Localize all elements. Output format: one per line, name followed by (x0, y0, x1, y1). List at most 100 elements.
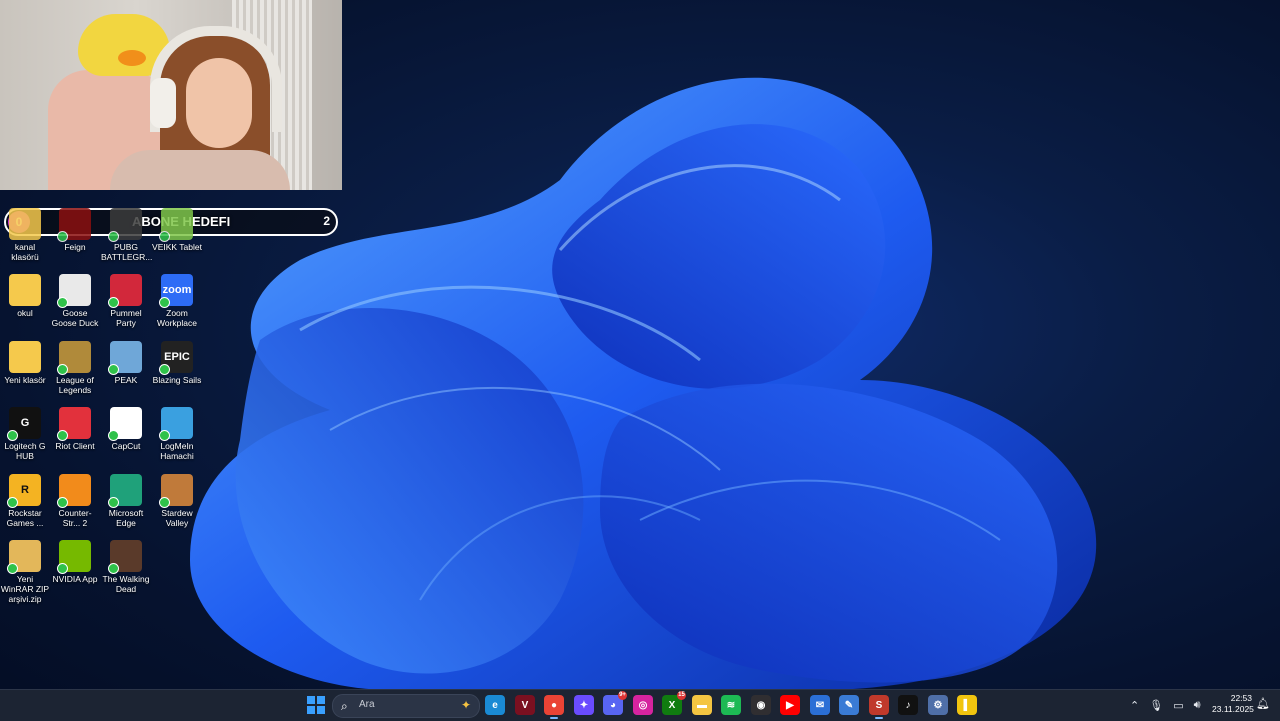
system-tray: ⌃ 🎙︎ ▭ 🔊︎ (1130, 695, 1201, 715)
desktop-icon-rockstar[interactable]: R Rockstar Games ... (0, 474, 50, 528)
sticky-icon[interactable]: ▌ (957, 695, 977, 715)
desktop-icon-epic-games[interactable]: EPIC Blazing Sails (152, 341, 202, 385)
folder-icon (9, 341, 41, 373)
notepad-icon[interactable]: ✎ (839, 695, 859, 715)
desktop-icon-label: PUBG BATTLEGR... (101, 242, 153, 262)
desktop-icon-folder[interactable]: okul (0, 274, 50, 318)
speaker-icon[interactable]: 🔊︎ (1194, 699, 1201, 712)
taskbar-search-box[interactable]: ⌕ Ara ✦ (332, 694, 480, 718)
desktop-icon-hamachi[interactable]: LogMeIn Hamachi (152, 407, 202, 461)
davinci-icon[interactable]: V (515, 695, 535, 715)
youtube-icon[interactable]: ▶ (780, 695, 800, 715)
settings-icon[interactable]: ⚙ (928, 695, 948, 715)
xbox-icon[interactable]: X 15 (662, 691, 686, 715)
desktop-icon-label: The Walking Dead (102, 574, 150, 594)
desktop-icon-pubg[interactable]: PUBG BATTLEGR... (101, 208, 153, 262)
sync-status-icon (108, 497, 119, 508)
sync-status-icon (57, 364, 68, 375)
sync-status-icon (108, 563, 119, 574)
discord-icon[interactable]: ◕ 9+ (603, 691, 627, 715)
tiktok-icon[interactable]: ♪ (898, 695, 918, 715)
file-explorer-icon[interactable]: ▬ (692, 695, 712, 715)
league-icon (57, 341, 91, 375)
desktop-icon-nvidia[interactable]: NVIDIA App (50, 540, 100, 584)
edge-icon (108, 474, 142, 508)
desktop-icon-walking-dead[interactable]: The Walking Dead (101, 540, 151, 594)
desktop-icon-capcut[interactable]: CapCut (101, 407, 151, 451)
copilot-icon[interactable]: ✦ (574, 695, 594, 715)
hamachi-icon (159, 407, 193, 441)
sync-status-icon (159, 297, 170, 308)
goose-icon (57, 274, 91, 308)
start-tile (307, 706, 315, 714)
chrome-icon[interactable]: ● (544, 695, 564, 719)
sync-status-icon (108, 297, 119, 308)
desktop-icon-label: NVIDIA App (52, 574, 98, 584)
sync-status-icon (159, 364, 170, 375)
notification-bell-icon[interactable]: 🔔︎ (1256, 697, 1270, 710)
desktop-icon-label: Goose Goose Duck (51, 308, 99, 328)
headphone-earcup (150, 78, 176, 128)
desktop-icon-folder[interactable]: kanal klasörü (0, 208, 50, 262)
desktop-icon-riot[interactable]: Riot Client (50, 407, 100, 451)
microphone-icon[interactable]: 🎙︎ (1149, 699, 1163, 712)
desktop-icon-edge[interactable]: Microsoft Edge (101, 474, 151, 528)
desktop-icon-feign[interactable]: Feign (50, 208, 100, 252)
sync-status-icon (57, 563, 68, 574)
sync-status-icon (57, 231, 68, 242)
clock-time: 22:53 (1230, 693, 1252, 703)
desktop-icon-zoom[interactable]: zoom Zoom Workplace (152, 274, 202, 328)
mail-icon[interactable]: ✉ (810, 695, 830, 715)
desktop-icon-label: Pummel Party (110, 308, 142, 328)
sync-status-icon (57, 297, 68, 308)
sync-status-icon (108, 430, 119, 441)
instagram-icon[interactable]: ◎ (633, 695, 653, 715)
steam-icon[interactable]: S (869, 695, 889, 719)
sync-status-icon (7, 563, 18, 574)
sync-status-icon (159, 231, 170, 242)
obs-icon[interactable]: ◉ (751, 695, 771, 715)
sync-status-icon (57, 497, 68, 508)
sync-status-icon (7, 430, 18, 441)
desktop-icon-label: PEAK (114, 375, 138, 385)
desktop-icon-logitech[interactable]: G Logitech G HUB (0, 407, 50, 461)
desktop-icon-pummel-party[interactable]: Pummel Party (101, 274, 151, 328)
taskbar-clock[interactable]: 22:53 23.11.2025 (1212, 693, 1254, 715)
desktop-icon-folder[interactable]: Yeni klasör (0, 341, 50, 385)
notification-badge: 15 (677, 691, 686, 700)
desktop-icon-counter-strike[interactable]: Counter-Str... 2 (50, 474, 100, 528)
folder-icon (9, 208, 41, 240)
sync-status-icon (159, 430, 170, 441)
desktop-icon-veikk[interactable]: VEIKK Tablet (152, 208, 202, 252)
spotify-icon[interactable]: ≋ (721, 695, 741, 715)
windows-start-button[interactable] (307, 696, 325, 714)
feign-icon (57, 208, 91, 242)
nvidia-icon (57, 540, 91, 574)
desktop-icon-label: Yeni klasör (4, 375, 46, 385)
clock-date: 23.11.2025 (1212, 704, 1254, 714)
start-tile (307, 696, 315, 704)
goal-target-count: 2 (323, 214, 330, 228)
desktop-icon-peak[interactable]: PEAK (101, 341, 151, 385)
sync-status-icon (108, 231, 119, 242)
desktop-icon-label: Rockstar Games ... (6, 508, 44, 528)
desktop-icon-label: League of Legends (56, 375, 94, 395)
desktop-icon-winrar[interactable]: Yeni WinRAR ZIP arşivi.zip (0, 540, 50, 604)
network-icon[interactable]: ▭ (1173, 699, 1183, 712)
edge-icon[interactable]: e (485, 695, 505, 715)
desktop-icon-goose[interactable]: Goose Goose Duck (50, 274, 100, 328)
desktop-icon-label: okul (17, 308, 33, 318)
chevron-up-icon[interactable]: ⌃ (1130, 699, 1139, 712)
desktop-icon-label: Yeni WinRAR ZIP arşivi.zip (0, 574, 50, 604)
desktop-icon-stardew[interactable]: Stardew Valley (152, 474, 202, 528)
riot-icon (57, 407, 91, 441)
desktop-icon-league[interactable]: League of Legends (50, 341, 100, 395)
duck-plush-beak (118, 50, 146, 66)
start-tile (317, 696, 325, 704)
walking-dead-icon (108, 540, 142, 574)
folder-icon (9, 274, 41, 306)
start-tile (317, 706, 325, 714)
peak-icon (108, 341, 142, 375)
veikk-icon (159, 208, 193, 242)
desktop-icon-label: Logitech G HUB (4, 441, 46, 461)
